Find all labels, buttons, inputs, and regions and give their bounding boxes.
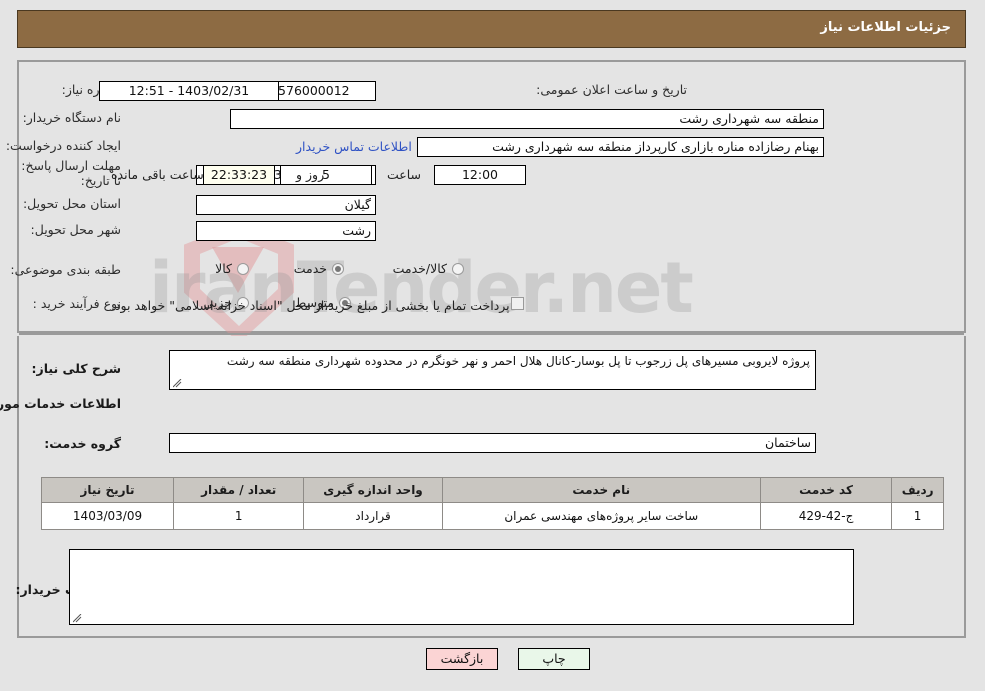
page-header-bar: جزئیات اطلاعات نیاز (18, 10, 967, 48)
province-value: گیلان (197, 195, 377, 215)
deadline-time-value: 12:00 (435, 165, 527, 185)
description-value: پروژه لایروبی مسیرهای پل زرجوب تا پل بوس… (227, 354, 811, 368)
treasury-bond-note: پرداخت تمام یا بخشی از مبلغ خرید،از محل … (112, 298, 511, 313)
countdown-timer: 22:33:23 (204, 165, 276, 185)
buyer-org-label-wrap: نام دستگاه خریدار: (24, 110, 122, 125)
col-need-date: تاریخ نیاز (41, 477, 176, 503)
buyer-notes-textarea[interactable] (70, 549, 855, 625)
print-button[interactable]: چاپ (519, 648, 591, 670)
page-title: جزئیات اطلاعات نیاز (821, 20, 952, 35)
col-service-code: کد خدمت (760, 477, 894, 503)
col-unit: واحد اندازه گیری (304, 477, 444, 503)
radio-option-kala-khedmat[interactable]: کالا/خدمت (394, 261, 465, 276)
back-button[interactable]: بازگشت (427, 648, 499, 670)
city-label-wrap: شهر محل تحویل: (32, 222, 122, 237)
service-group-value: ساختمان (170, 433, 817, 453)
table-header-row: ردیف کد خدمت نام خدمت واحد اندازه گیری ت… (41, 477, 945, 503)
deadline-label-wrap: مهلت ارسال پاسخ: تا تاریخ: (14, 158, 122, 188)
radio-khedmat-icon[interactable] (333, 262, 345, 275)
cell-service-code: ج-42-429 (760, 502, 894, 530)
radio-kala-khedmat-label: کالا/خدمت (393, 261, 448, 276)
city-label: شهر محل تحویل: (31, 222, 122, 237)
cell-service-name: ساخت سایر پروژه‌های مهندسی عمران (442, 502, 762, 530)
announce-datetime-value: 1403/02/31 - 12:51 (100, 81, 280, 101)
category-label: طبقه بندی موضوعی: (11, 262, 122, 277)
city-value: رشت (197, 221, 377, 241)
buyer-contact-link[interactable]: اطلاعات تماس خریدار (297, 139, 413, 154)
cell-quantity: 1 (174, 502, 306, 530)
radio-kala-khedmat-icon[interactable] (453, 262, 465, 275)
process-label: نوع فرآیند خرید : (33, 296, 122, 311)
process-label-wrap: نوع فرآیند خرید : (34, 296, 122, 311)
description-textarea[interactable]: پروژه لایروبی مسیرهای پل زرجوب تا پل بوس… (170, 350, 817, 390)
buyer-org-value: منطقه سه شهرداری رشت (231, 109, 825, 129)
description-label: شرح کلی نیاز: (32, 361, 122, 376)
announce-datetime-label-wrap: تاریخ و ساعت اعلان عمومی: (537, 82, 688, 97)
radio-khedmat-label: خدمت (294, 261, 328, 276)
category-label-wrap: طبقه بندی موضوعی: (11, 262, 122, 277)
col-row-no: ردیف (892, 477, 945, 503)
remaining-days-value: 5 (281, 165, 373, 185)
page-root: جزئیات اطلاعات نیاز iranTender.net شماره… (0, 0, 985, 691)
col-quantity: تعداد / مقدار (174, 477, 306, 503)
requester-label: ایجاد کننده درخواست: (6, 138, 122, 153)
deadline-label: مهلت ارسال پاسخ: تا تاریخ: (22, 158, 122, 188)
requester-value: بهنام رضازاده مناره بازاری کارپرداز منطق… (418, 137, 825, 157)
col-service-name: نام خدمت (442, 477, 762, 503)
radio-option-kala[interactable]: کالا (216, 261, 250, 276)
panel-divider (20, 333, 965, 335)
buyer-org-label: نام دستگاه خریدار: (23, 110, 122, 125)
resize-grip-icon[interactable] (173, 378, 183, 388)
radio-kala-icon[interactable] (238, 262, 250, 275)
cell-need-date: 1403/03/09 (41, 502, 176, 530)
cell-row-no: 1 (892, 502, 945, 530)
requester-label-wrap: ایجاد کننده درخواست: (7, 138, 122, 153)
services-section-title: اطلاعات خدمات مورد نیاز (0, 396, 122, 411)
services-table: ردیف کد خدمت نام خدمت واحد اندازه گیری ت… (41, 477, 945, 530)
treasury-bond-checkbox[interactable] (512, 297, 525, 310)
remaining-hours-label: ساعت باقی مانده (112, 167, 205, 182)
announce-datetime-label: تاریخ و ساعت اعلان عمومی: (537, 82, 688, 97)
cell-unit: قرارداد (304, 502, 444, 530)
hour-label: ساعت (387, 167, 422, 182)
radio-kala-label: کالا (216, 261, 233, 276)
province-label-wrap: استان محل تحویل: (24, 196, 122, 211)
province-label: استان محل تحویل: (23, 196, 122, 211)
resize-grip-icon-2[interactable] (73, 613, 83, 623)
table-row: 1 ج-42-429 ساخت سایر پروژه‌های مهندسی عم… (41, 502, 945, 530)
radio-option-khedmat[interactable]: خدمت (295, 261, 345, 276)
service-group-label: گروه خدمت: (45, 436, 122, 451)
days-label: روز و (297, 167, 326, 182)
